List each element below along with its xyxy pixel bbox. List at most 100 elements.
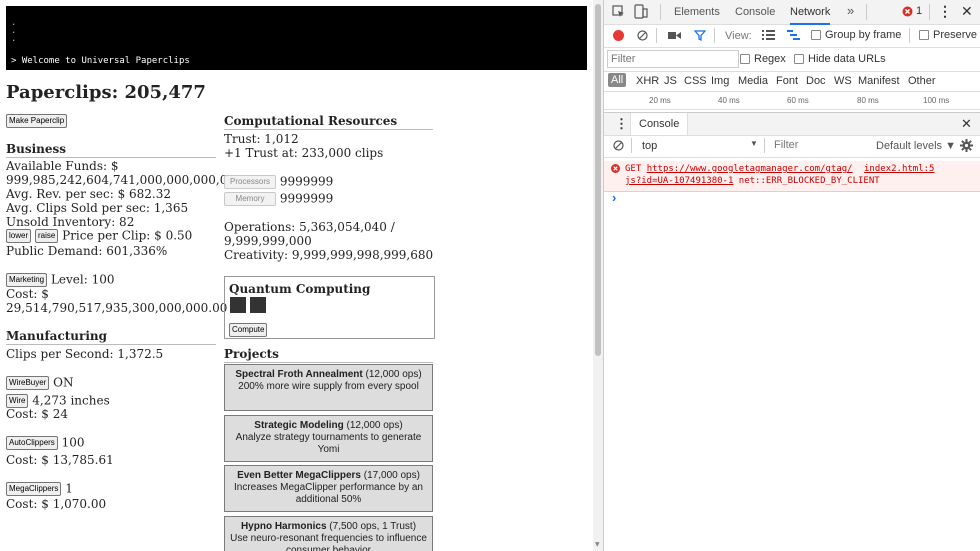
scrollbar-thumb[interactable] [595,4,601,356]
tab-network[interactable]: Network [790,6,831,25]
type-js[interactable]: JS [664,75,677,87]
kebab-menu-icon[interactable]: ⋮ [938,3,952,20]
inspect-element-icon[interactable] [612,5,625,18]
wire-button[interactable]: Wire [6,394,29,408]
wire-cost: Cost: $ 24 [6,407,68,421]
close-drawer-icon[interactable]: ✕ [961,116,972,132]
page-scrollbar[interactable]: ▼ [593,0,603,551]
marketing-cost-value: 29,514,790,517,935,300,000,000.00 [6,301,228,315]
preserve-log-label: Preserve [933,29,978,41]
manufacturing-header: Manufacturing [6,329,216,345]
devtools-tabbar: Elements Console Network » 1 ⋮ ✕ [604,0,980,25]
project-description: Analyze strategy tournaments to generate… [235,432,422,455]
processors-button[interactable]: Processors [224,175,276,189]
type-css[interactable]: CSS [684,75,707,87]
operations-line-1: Operations: 5,363,054,040 / [224,220,395,234]
drawer-menu-icon[interactable]: ⋮ [615,116,628,132]
timeline-tick-label: 80 ms [857,96,879,105]
preserve-log-checkbox[interactable]: Preserve [919,29,977,41]
project-card[interactable]: Even Better MegaClippers (17,000 ops) In… [224,465,433,512]
group-by-frame-checkbox[interactable]: Group by frame [811,29,901,41]
computational-header: Computational Resources [224,114,433,130]
regex-label: Regex [754,53,786,65]
type-all[interactable]: All [608,73,627,87]
price-per-clip: Price per Clip: $ 0.50 [62,228,193,243]
project-card[interactable]: Hypno Harmonics (7,500 ops, 1 Trust) Use… [224,516,433,551]
console-prompt[interactable]: › [612,190,616,205]
video-camera-icon[interactable] [668,31,681,40]
error-url-link-continued[interactable]: js?id=UA-107491380-1 [625,176,733,186]
quantum-chip [250,297,266,313]
hide-data-urls-checkbox[interactable]: Hide data URLs [794,53,886,65]
record-icon[interactable] [613,30,624,41]
autoclippers-button[interactable]: AutoClippers [6,436,58,450]
console-filter-input[interactable] [771,138,869,151]
make-paperclip-button[interactable]: Make Paperclip [6,114,68,128]
lower-price-button[interactable]: lower [6,229,32,243]
megaclippers-cost: Cost: $ 1,070.00 [6,497,107,511]
type-manifest[interactable]: Manifest [858,75,900,87]
filter-row: Regex Hide data URLs [604,47,980,72]
console-history: . . . [11,19,17,44]
avg-clips-sold: Avg. Clips Sold per sec: 1,365 [6,201,189,215]
error-source-link[interactable]: index2.html:5 [864,164,934,174]
close-devtools-icon[interactable]: ✕ [961,3,973,20]
type-media[interactable]: Media [738,75,768,87]
settings-gear-icon[interactable] [960,139,973,152]
marketing-button[interactable]: Marketing [6,273,48,287]
megaclippers-button[interactable]: MegaClippers [6,482,62,496]
compute-button[interactable]: Compute [229,322,268,337]
chevron-down-icon[interactable]: ▼ [750,139,758,148]
console-line: . [11,34,17,44]
megaclippers-count: 1 [65,481,73,496]
list-view-icon[interactable] [762,30,775,40]
clear-icon[interactable] [637,30,648,41]
wirebuyer-button[interactable]: WireBuyer [6,376,50,390]
next-trust: +1 Trust at: 233,000 clips [224,146,384,160]
log-levels-dropdown[interactable]: Default levels ▼ [876,140,956,152]
type-other[interactable]: Other [908,75,936,87]
filter-funnel-icon[interactable] [694,30,706,41]
hide-data-urls-label: Hide data URLs [808,53,886,65]
project-cost: (7,500 ops, 1 Trust) [326,521,417,532]
avg-rev-per-sec: Avg. Rev. per sec: $ 682.32 [6,187,171,201]
scroll-down-arrow[interactable]: ▼ [595,541,600,548]
drawer-tabbar: ⋮ Console ✕ [604,112,980,136]
unsold-inventory: Unsold Inventory: 82 [6,215,135,229]
network-toolbar: View: Group by frame Preserve [604,24,980,48]
regex-checkbox[interactable]: Regex [740,53,786,65]
error-count: 1 [916,5,923,17]
project-card[interactable]: Strategic Modeling (12,000 ops) Analyze … [224,415,433,462]
tab-elements[interactable]: Elements [674,6,720,18]
marketing-cost-label: Cost: $ [6,287,49,301]
project-cost: (12,000 ops) [362,369,422,380]
network-filter-input[interactable] [607,50,739,68]
type-xhr[interactable]: XHR [636,75,659,87]
drawer-tab-console[interactable]: Console [630,113,689,135]
waterfall-view-icon[interactable] [787,30,800,40]
error-method: GET [625,164,642,174]
error-url-link[interactable]: https://www.googletagmanager.com/gtag/ [647,164,853,174]
more-tabs-button[interactable]: » [847,3,854,18]
view-label: View: [725,30,752,42]
memory-button[interactable]: Memory [224,192,276,206]
available-funds-label: Available Funds: $ [6,159,119,173]
checkbox-icon [740,54,750,65]
type-ws[interactable]: WS [834,75,852,87]
error-icon[interactable] [902,6,913,17]
type-font[interactable]: Font [776,75,798,87]
project-card[interactable]: Spectral Froth Annealment (12,000 ops) 2… [224,364,433,411]
timeline-tick-label: 60 ms [787,96,809,105]
timeline-tick-label: 40 ms [718,96,740,105]
project-cost: (17,000 ops) [361,470,420,481]
device-toolbar-icon[interactable] [634,4,648,19]
type-doc[interactable]: Doc [806,75,826,87]
type-img[interactable]: Img [711,75,729,87]
wirebuyer-status: ON [53,375,74,390]
console-toolbar: top ▼ Default levels ▼ [604,134,980,158]
tab-console[interactable]: Console [735,6,775,18]
raise-price-button[interactable]: raise [34,229,59,243]
checkbox-icon [811,30,821,41]
clear-console-icon[interactable] [613,140,624,151]
context-selector[interactable]: top [642,140,657,152]
